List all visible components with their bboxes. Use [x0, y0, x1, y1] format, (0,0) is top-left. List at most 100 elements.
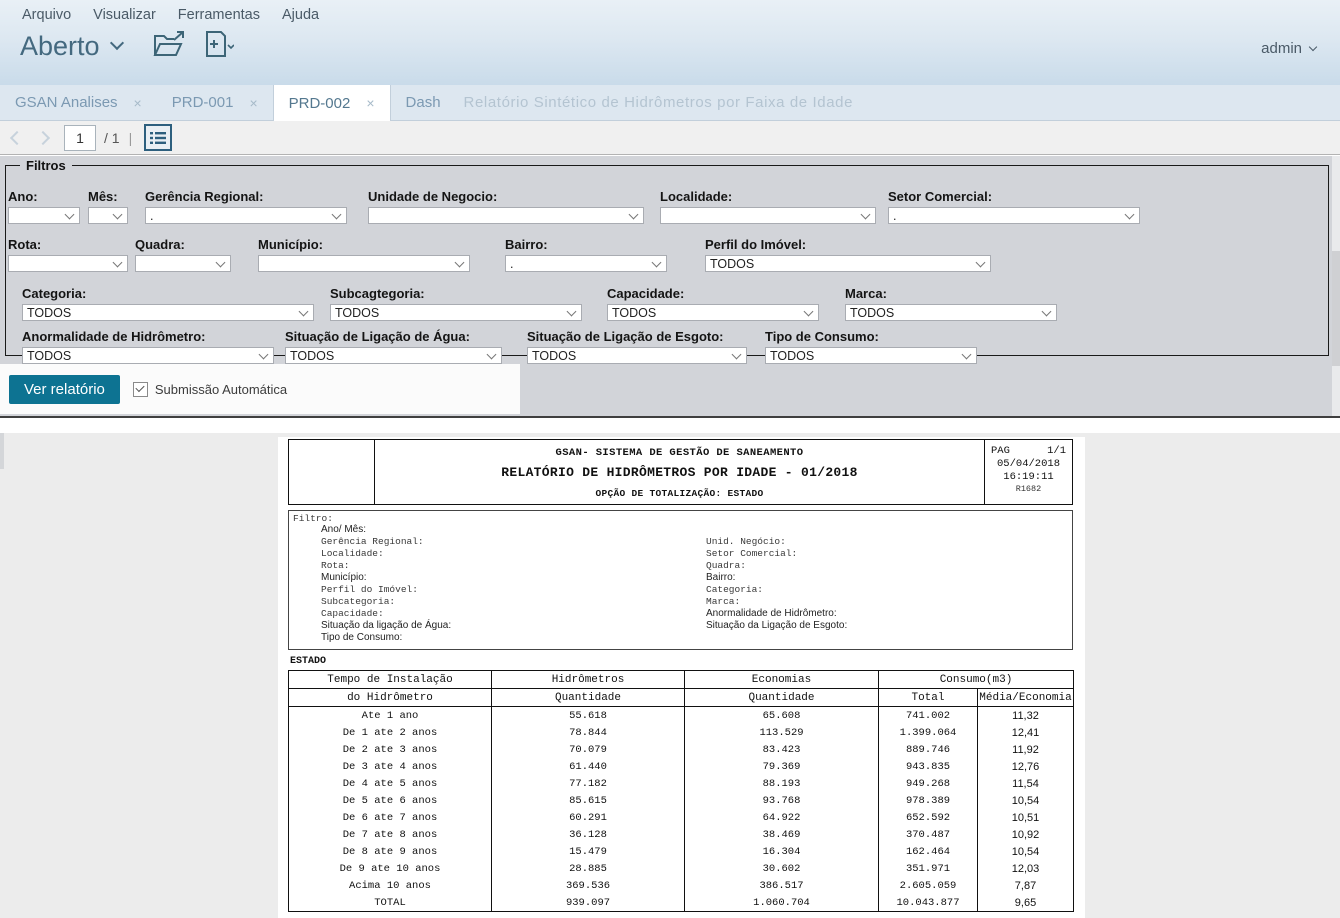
report-table-cell: De 8 ate 9 anos [289, 843, 492, 860]
select-bairro[interactable]: . [505, 255, 667, 272]
column-header: Tempo de Instalação [289, 671, 492, 689]
label-categoria: Categoria: [22, 286, 314, 301]
select-localidade[interactable] [660, 207, 876, 224]
report-table-cell: Ate 1 ano [289, 707, 492, 725]
report-table-cell: 12,41 [978, 724, 1074, 741]
report-table-row: De 5 ate 6 anos85.61593.768978.38910,54 [289, 792, 1074, 809]
label-situacao-esgoto: Situação de Ligação de Esgoto: [527, 329, 747, 344]
chevron-down-icon [216, 257, 226, 267]
report-filter-line: Categoria: [706, 584, 847, 596]
close-icon[interactable]: × [366, 95, 374, 111]
label-ano: Ano: [8, 189, 80, 204]
chevron-down-icon [567, 306, 577, 316]
report-filter-line: Setor Comercial: [706, 548, 847, 560]
report-table-cell: 60.291 [492, 809, 685, 826]
open-dropdown[interactable]: Aberto [20, 31, 122, 62]
select-value: . [510, 257, 513, 271]
select-value: TODOS [710, 257, 754, 271]
label-perfil-imovel: Perfil do Imóvel: [705, 237, 991, 252]
select-rota[interactable] [8, 255, 128, 272]
report-table-cell: 15.479 [492, 843, 685, 860]
report-table-row: De 4 ate 5 anos77.18288.193949.26811,54 [289, 775, 1074, 792]
report-filter-line: Quadra: [706, 560, 847, 572]
menu-visualizar[interactable]: Visualizar [93, 7, 156, 23]
report-filter-line: Ano/ Mês: [321, 524, 451, 536]
report-table-subheader-row: do Hidrômetro Quantidade Quantidade Tota… [289, 689, 1074, 707]
select-tipo-consumo[interactable]: TODOS [765, 347, 977, 364]
page-number-input[interactable] [64, 125, 96, 151]
auto-submit-option[interactable]: Submissão Automática [133, 382, 287, 397]
report-table-cell: 85.615 [492, 792, 685, 809]
select-categoria[interactable]: TODOS [22, 304, 314, 321]
select-subcategoria[interactable]: TODOS [330, 304, 582, 321]
select-municipio[interactable] [258, 255, 470, 272]
tab-gsan-analises[interactable]: GSAN Analises × [0, 85, 157, 120]
select-quadra[interactable] [135, 255, 231, 272]
select-ano[interactable] [8, 207, 80, 224]
tab-prd-001[interactable]: PRD-001 × [157, 85, 273, 120]
select-mes[interactable] [88, 207, 128, 224]
tab-label: PRD-001 [172, 94, 234, 111]
report-filter-line: Bairro: [706, 572, 847, 584]
chevron-down-icon [1309, 43, 1317, 51]
report-viewer: GSAN- SISTEMA DE GESTÃO DE SANEAMENTO RE… [0, 433, 1340, 918]
select-anormalidade[interactable]: TODOS [22, 347, 274, 364]
select-gerencia-regional[interactable]: . [145, 207, 347, 224]
chevron-down-icon [962, 349, 972, 359]
select-situacao-esgoto[interactable]: TODOS [527, 347, 747, 364]
filters-scrollbar-track[interactable] [1332, 156, 1340, 416]
open-dropdown-label: Aberto [20, 31, 100, 62]
new-document-icon[interactable] [202, 29, 234, 63]
previous-page-icon[interactable] [10, 130, 24, 144]
report-table-cell: 83.423 [685, 741, 879, 758]
select-situacao-agua[interactable]: TODOS [285, 347, 502, 364]
column-header: Consumo(m3) [879, 671, 1074, 689]
tab-prd-002[interactable]: PRD-002 × [273, 85, 391, 121]
filters-fieldset: Filtros Ano: Mês: Gerência Regional: . U… [5, 158, 1329, 356]
report-section-label: ESTADO [290, 656, 326, 667]
chevron-down-icon [299, 306, 309, 316]
report-table-cell: De 4 ate 5 anos [289, 775, 492, 792]
auto-submit-checkbox[interactable] [133, 382, 148, 397]
chevron-down-icon [732, 349, 742, 359]
select-value: TODOS [850, 306, 894, 320]
report-company: GSAN- SISTEMA DE GESTÃO DE SANEAMENTO [375, 447, 984, 459]
column-header: Total [879, 689, 978, 707]
user-menu[interactable]: admin [1261, 40, 1316, 57]
select-perfil-imovel[interactable]: TODOS [705, 255, 991, 272]
report-filter-title: Filtro: [293, 513, 333, 524]
label-capacidade: Capacidade: [607, 286, 819, 301]
action-strip: Ver relatório Submissão Automática [0, 364, 520, 414]
close-icon[interactable]: × [249, 95, 257, 111]
column-header: Quantidade [492, 689, 685, 707]
report-logo-cell [289, 440, 375, 504]
select-unidade-negocio[interactable] [368, 207, 644, 224]
menu-ajuda[interactable]: Ajuda [282, 7, 319, 23]
report-table-cell: 38.469 [685, 826, 879, 843]
select-marca[interactable]: TODOS [845, 304, 1057, 321]
ver-relatorio-button[interactable]: Ver relatório [9, 375, 120, 404]
report-table-cell: 16.304 [685, 843, 879, 860]
report-filter-line: Perfil do Imóvel: [321, 584, 451, 596]
report-table: Tempo de Instalação Hidrômetros Economia… [288, 670, 1074, 912]
select-setor-comercial[interactable]: . [888, 207, 1140, 224]
report-table-cell: 113.529 [685, 724, 879, 741]
report-table-cell: De 9 ate 10 anos [289, 860, 492, 877]
menu-ferramentas[interactable]: Ferramentas [178, 7, 260, 23]
parameters-list-button[interactable] [144, 124, 172, 151]
label-rota: Rota: [8, 237, 128, 252]
report-table-cell: 65.608 [685, 707, 879, 725]
tab-label: PRD-002 [289, 95, 351, 112]
tab-dash[interactable]: Dash [391, 85, 456, 120]
report-date: 05/04/2018 [991, 458, 1066, 470]
menu-arquivo[interactable]: Arquivo [22, 7, 71, 23]
select-capacidade[interactable]: TODOS [607, 304, 819, 321]
open-folder-icon[interactable] [152, 29, 186, 63]
report-table-cell: 28.885 [492, 860, 685, 877]
report-table-row: TOTAL939.0971.060.70410.043.8779,65 [289, 894, 1074, 912]
close-icon[interactable]: × [134, 95, 142, 111]
column-header: Quantidade [685, 689, 879, 707]
chevron-down-icon [113, 209, 123, 219]
next-page-icon[interactable] [36, 130, 50, 144]
filters-scrollbar-thumb[interactable] [1332, 251, 1340, 366]
